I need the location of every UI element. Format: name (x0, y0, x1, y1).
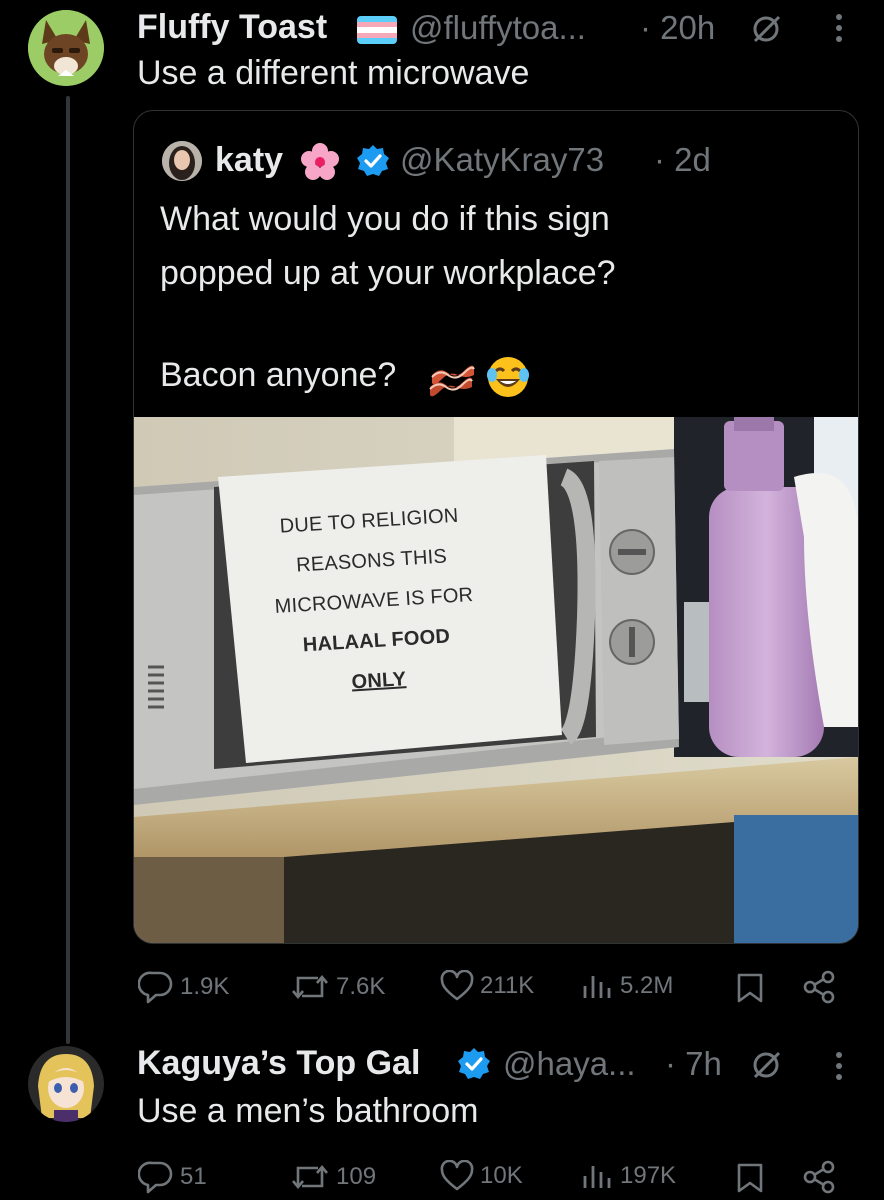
quoted-author-name[interactable]: katy (215, 141, 283, 180)
more-options-icon[interactable] (836, 14, 844, 47)
avatar-fluffy-toast[interactable] (28, 10, 104, 86)
views-button[interactable]: 197K (580, 1160, 676, 1192)
like-count: 10K (480, 1162, 523, 1189)
reply-icon (138, 971, 173, 1004)
thread-connector-line (66, 96, 70, 1044)
fox-avatar-icon (28, 10, 104, 86)
reply-count: 51 (180, 1163, 207, 1190)
author-name[interactable]: Fluffy Toast (137, 8, 327, 47)
like-count: 211K (480, 972, 535, 999)
quoted-tweet-time[interactable]: · 2d (654, 141, 711, 179)
bacon-emoji-icon (428, 359, 476, 404)
cherry-blossom-icon (299, 141, 341, 183)
bookmark-icon[interactable] (736, 972, 764, 1009)
repost-button[interactable]: 109 (290, 1160, 376, 1194)
like-button[interactable]: 211K (440, 970, 534, 1002)
reply-count: 1.9K (180, 973, 230, 1000)
views-count: 197K (620, 1162, 677, 1189)
verified-badge-icon (355, 143, 391, 184)
verified-badge-icon (456, 1046, 492, 1087)
quoted-tweet-photo[interactable]: DUE TO RELIGION REASONS THIS MICROWAVE I… (134, 417, 858, 943)
repost-count: 109 (336, 1163, 377, 1190)
repost-icon (292, 974, 328, 1000)
edited-icon (749, 1050, 785, 1085)
quoted-text-line-2: popped up at your workplace? (160, 254, 616, 292)
tweet-time[interactable]: · 20h (640, 9, 715, 47)
quoted-author-handle[interactable]: @KatyKray73 (400, 141, 604, 179)
more-options-icon[interactable] (836, 1052, 844, 1085)
quoted-text-line-3: Bacon anyone? (160, 356, 397, 394)
repost-icon (292, 1164, 328, 1190)
repost-button[interactable]: 7.6K (290, 970, 385, 1004)
tweet-time[interactable]: · 7h (665, 1045, 722, 1083)
laughing-crying-emoji-icon (484, 353, 532, 406)
edited-icon (749, 14, 785, 49)
heart-icon (440, 1160, 474, 1191)
views-count: 5.2M (620, 972, 674, 999)
person-avatar-icon (162, 141, 202, 181)
tweet-text: Use a different microwave (137, 54, 530, 92)
repost-count: 7.6K (336, 973, 386, 1000)
quoted-text-line-1: What would you do if this sign (160, 200, 610, 238)
share-icon[interactable] (802, 970, 836, 1009)
avatar-katy[interactable] (162, 141, 202, 181)
reply-button[interactable]: 51 (138, 1160, 207, 1194)
tweet-text: Use a men’s bathroom (137, 1092, 479, 1130)
author-handle[interactable]: @fluffytoa... (410, 9, 586, 47)
share-icon[interactable] (802, 1160, 836, 1199)
views-button[interactable]: 5.2M (580, 970, 673, 1002)
author-name[interactable]: Kaguya’s Top Gal (137, 1044, 420, 1083)
views-chart-icon (583, 976, 611, 998)
like-button[interactable]: 10K (440, 1160, 523, 1192)
heart-icon (440, 970, 474, 1001)
bookmark-icon[interactable] (736, 1162, 764, 1199)
author-handle[interactable]: @haya... (503, 1045, 636, 1083)
reply-icon (138, 1161, 173, 1194)
trans-flag-icon (357, 16, 397, 44)
anime-avatar-icon (28, 1046, 104, 1122)
microwave-sign-text: DUE TO RELIGION REASONS THIS MICROWAVE I… (248, 494, 500, 708)
views-chart-icon (583, 1166, 611, 1188)
quoted-tweet-card[interactable]: katy @KatyKray73 · 2d What would you do … (133, 110, 859, 944)
reply-button[interactable]: 1.9K (138, 970, 229, 1004)
avatar-kaguyas-top-gal[interactable] (28, 1046, 104, 1122)
